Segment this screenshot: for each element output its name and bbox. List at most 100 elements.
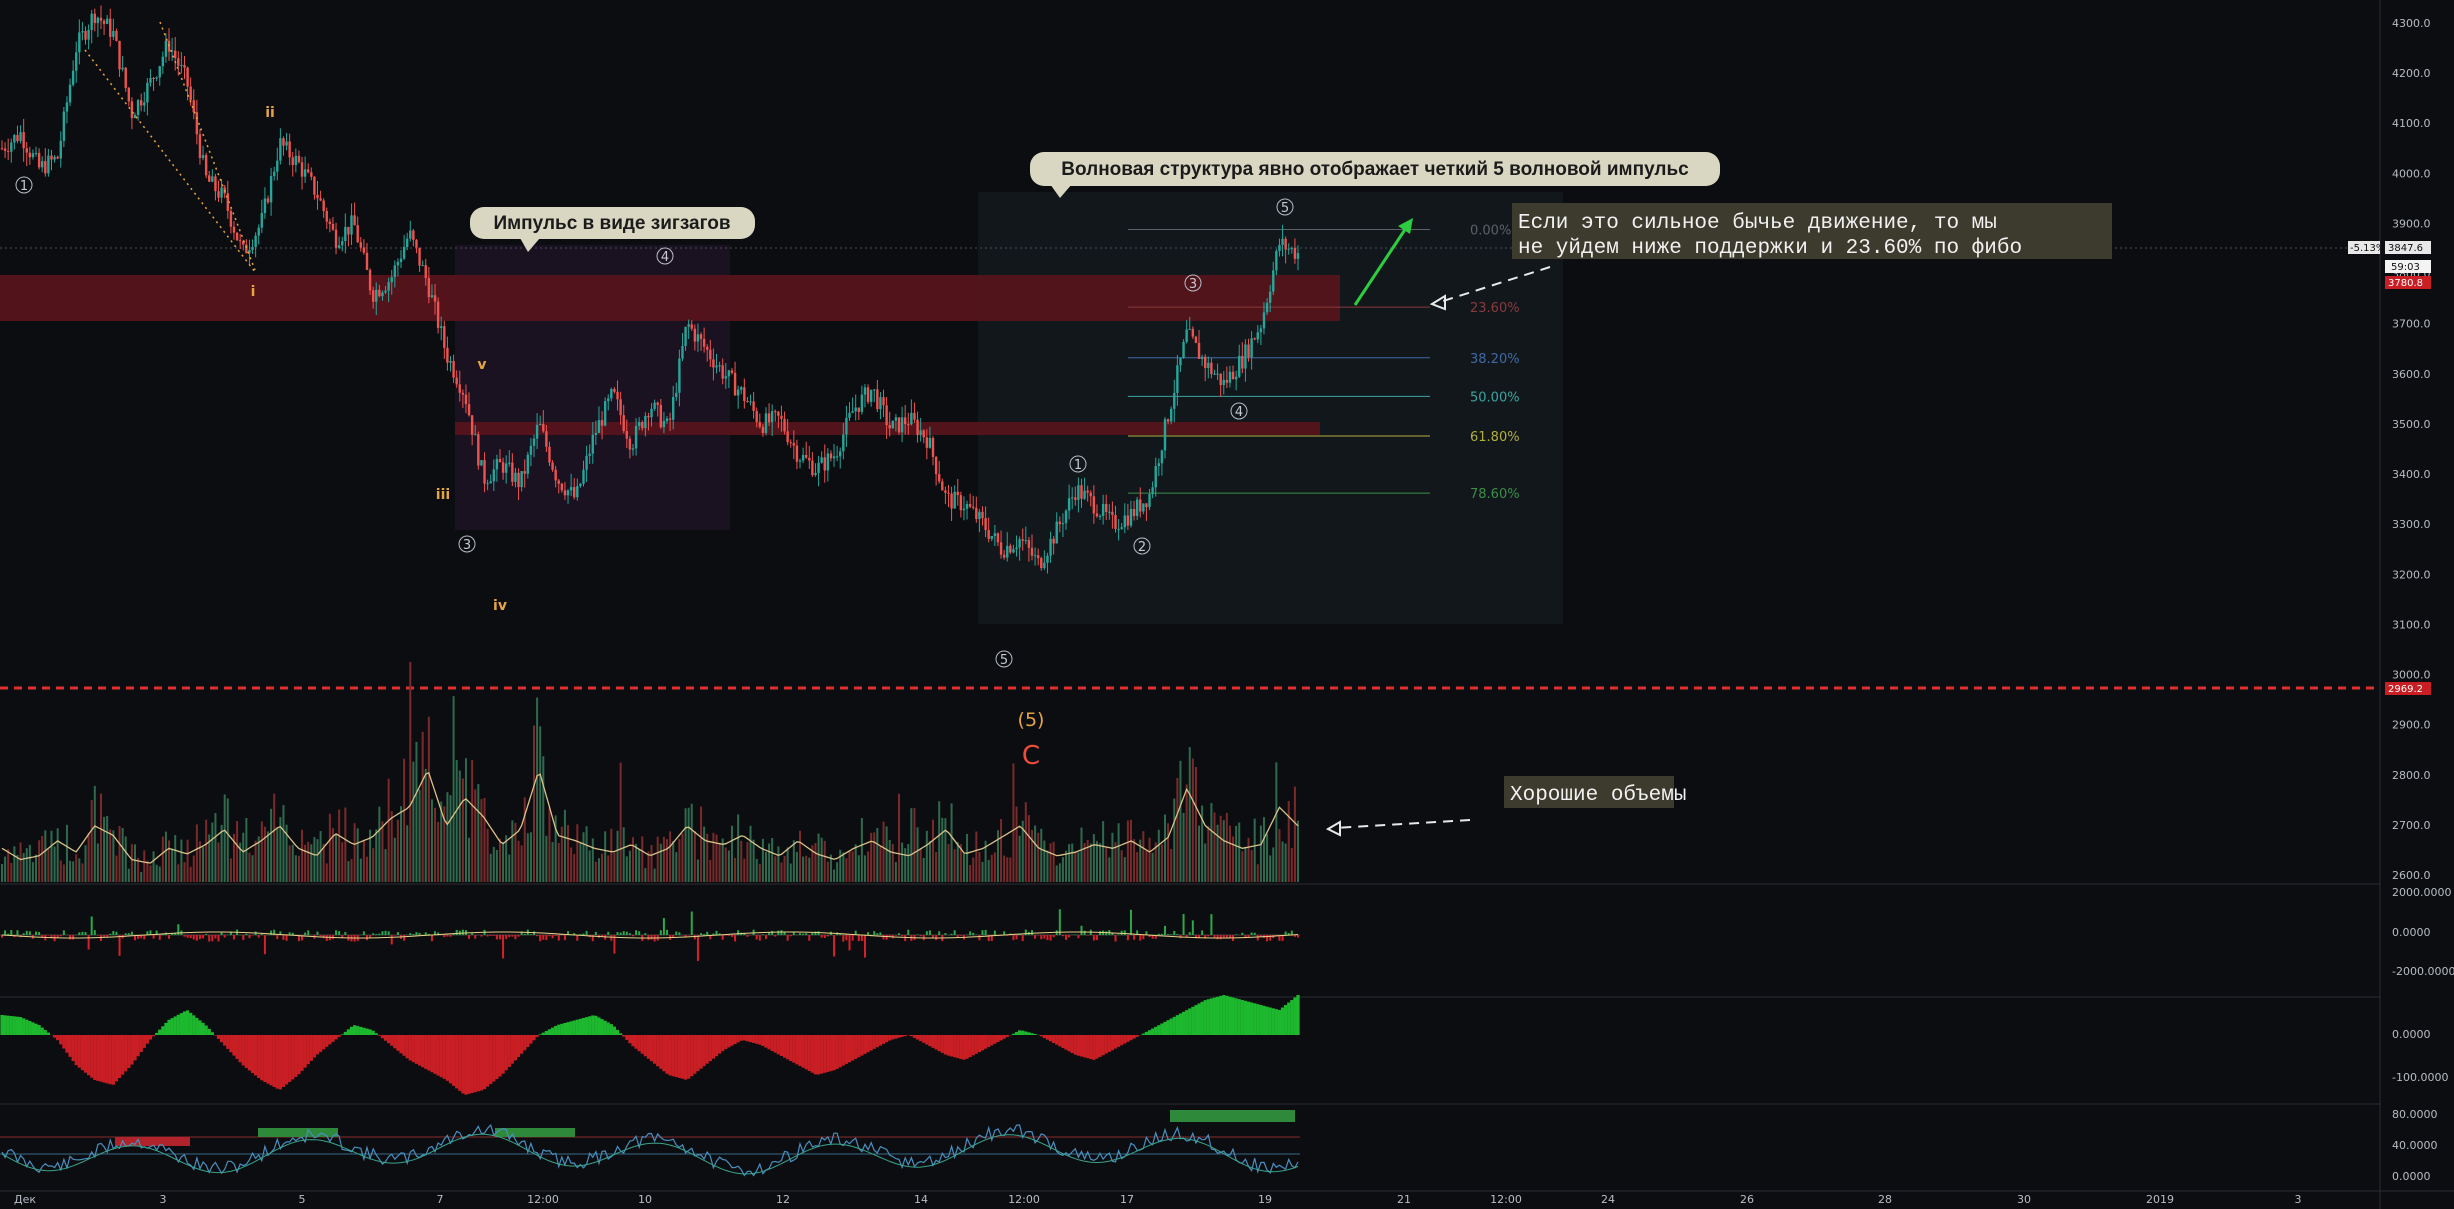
volume-bar <box>873 832 876 882</box>
oscillator-bar <box>1086 1035 1090 1059</box>
volume-bar <box>814 843 817 882</box>
oscillator-bar <box>43 1030 47 1035</box>
volume-bar <box>10 863 13 882</box>
oscillator-bar <box>229 1035 233 1053</box>
volume-bar <box>533 725 536 882</box>
volume-bar <box>335 834 338 882</box>
candle-body <box>1027 540 1031 548</box>
candle-body <box>1139 499 1142 512</box>
change-value: -5.13% <box>2350 243 2385 254</box>
volume-bar <box>1006 857 1009 882</box>
price-tick-label: 4000.0 <box>2392 167 2431 180</box>
oscillator-bar <box>919 1035 923 1042</box>
macd-histogram-bar <box>245 933 248 935</box>
wave-roman-i: i <box>251 284 256 300</box>
volume-bar <box>715 834 718 882</box>
candle-body <box>662 421 666 428</box>
oscillator-bar <box>1014 1032 1019 1035</box>
macd-histogram-bar <box>59 935 62 937</box>
candle-body <box>452 360 455 378</box>
macd-histogram-bar <box>1068 935 1071 938</box>
candle-body <box>201 155 205 159</box>
candle-body <box>1163 419 1167 451</box>
candle-body <box>495 459 499 470</box>
volume-bar <box>567 825 570 882</box>
note-bullish[interactable]: Если это сильное бычье движение, то мы н… <box>1512 203 2112 260</box>
oscillator-bar <box>829 1035 833 1072</box>
candle-body <box>1095 513 1099 517</box>
candle-body <box>925 437 929 448</box>
candle-body <box>1086 490 1089 493</box>
macd-histogram-bar <box>1163 925 1166 935</box>
volume-bar <box>594 861 597 882</box>
oscillator-bar <box>346 1029 351 1035</box>
volume-bar <box>149 865 152 882</box>
candle-body <box>498 459 502 463</box>
oscillator-bar <box>87 1035 91 1076</box>
candle-body <box>375 289 378 302</box>
volume-bar <box>161 836 164 882</box>
volume-bar <box>90 800 93 882</box>
oscillator-bar <box>328 1035 332 1045</box>
candle-body <box>1046 555 1049 563</box>
oscillator-bar <box>736 1035 740 1043</box>
macd-histogram-bar <box>1052 935 1055 938</box>
note-volume[interactable]: Хорошие объемы <box>1504 776 1686 808</box>
candle-body <box>1142 503 1145 512</box>
candle-body <box>341 241 344 246</box>
macd-histogram-bar <box>972 932 975 935</box>
candle-body <box>37 152 41 168</box>
candle-body <box>1120 527 1123 529</box>
oscillator-bar <box>730 1035 734 1046</box>
trading-chart[interactable]: 4300.04200.04100.04000.03900.03800.03700… <box>0 0 2454 1209</box>
oscillator-bar <box>690 1035 694 1077</box>
candle-body <box>798 460 802 462</box>
candle-body <box>1033 555 1037 557</box>
fib-label: 61.80% <box>1470 430 1520 445</box>
volume-bar <box>461 778 464 882</box>
oscillator-bar <box>164 1022 168 1035</box>
oscillator-bar <box>1160 1023 1164 1035</box>
volume-bar <box>684 808 687 882</box>
candle-body <box>158 66 161 78</box>
oscillator-bar <box>52 1035 57 1038</box>
candle-body <box>25 148 28 153</box>
oscillator-bar <box>516 1035 521 1058</box>
candle-body <box>1145 503 1148 508</box>
candle-body <box>183 64 186 68</box>
price-tick-label: 4100.0 <box>2392 117 2431 130</box>
oscillator-bar <box>563 1022 567 1035</box>
macd-histogram-bar <box>631 935 634 937</box>
oscillator-bar <box>337 1035 341 1037</box>
macd-histogram-bar <box>372 933 375 935</box>
macd-histogram-bar <box>953 930 956 935</box>
candle-body <box>319 198 322 201</box>
candle-body <box>588 453 591 456</box>
candle-body <box>916 419 919 436</box>
volume-bar <box>721 838 724 882</box>
macd-histogram-bar <box>461 929 464 935</box>
oscillator-bar <box>1095 1035 1099 1059</box>
macd-histogram-bar <box>38 931 41 935</box>
candle-body <box>115 30 118 41</box>
candle-body <box>10 142 13 152</box>
macd-histogram-bar <box>607 931 610 935</box>
macd-histogram-bar <box>1201 930 1204 935</box>
volume-bar <box>316 839 319 882</box>
oscillator-bar <box>439 1035 443 1078</box>
volume-bar <box>820 837 823 882</box>
candle-body <box>368 269 372 291</box>
volume-bar <box>966 833 969 882</box>
macd-histogram-bar <box>523 933 526 935</box>
macd-histogram-bar <box>978 935 981 941</box>
macd-histogram-bar <box>282 935 285 940</box>
candle-body <box>1247 344 1250 358</box>
volume-bar <box>130 844 133 882</box>
oscillator-bar <box>977 1035 982 1053</box>
note-line-1: Если это сильное бычье движение, то мы <box>1518 212 1997 235</box>
candle-body <box>1253 338 1256 340</box>
candle-body <box>486 483 489 485</box>
oscillator-bar <box>80 1035 85 1071</box>
volume-bar <box>164 831 167 882</box>
candle-body <box>109 18 112 37</box>
